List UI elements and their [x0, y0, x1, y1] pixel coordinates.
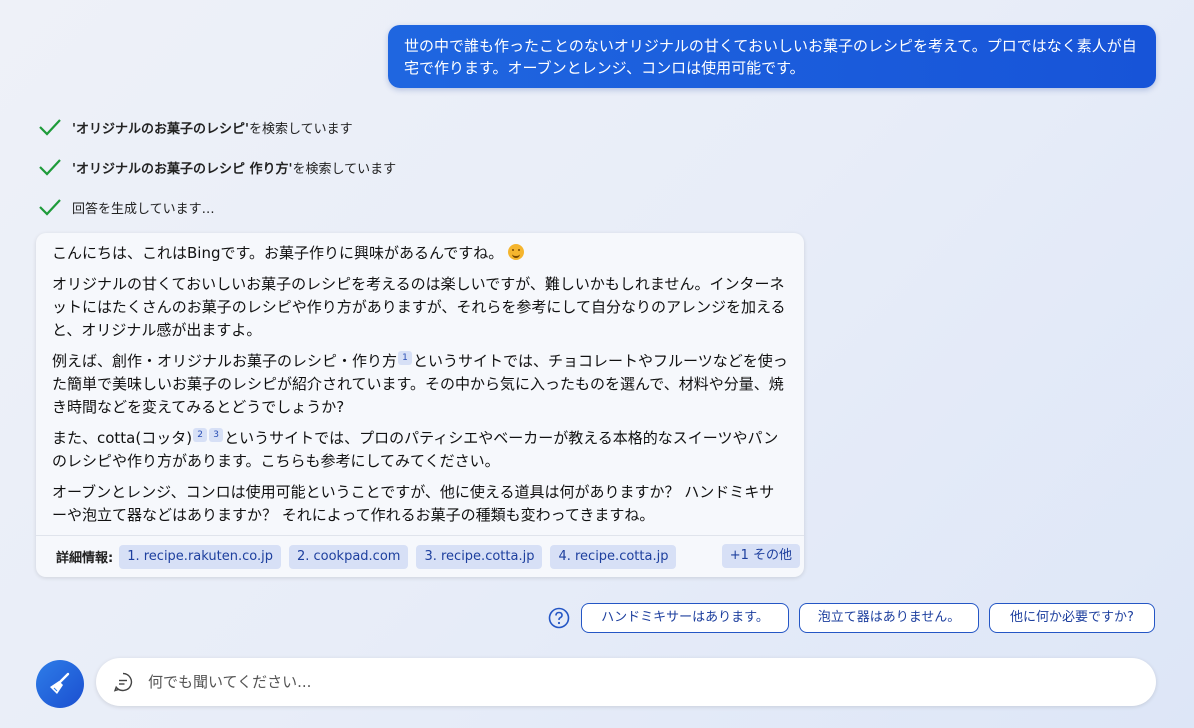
citation-3[interactable]: 3: [209, 428, 224, 442]
question-icon[interactable]: [548, 607, 570, 629]
check-icon: [39, 199, 61, 216]
status-search-2: 'オリジナルのお菓子のレシピ 作り方' を検索しています: [38, 156, 396, 178]
references-label: 詳細情報:: [56, 551, 114, 566]
status-generating: 回答を生成しています…: [38, 196, 215, 218]
citation-1[interactable]: 1: [398, 351, 413, 365]
smile-emoji-icon: [508, 244, 525, 260]
check-icon: [39, 159, 61, 176]
status-suffix: 回答を生成しています…: [72, 201, 215, 217]
bot-answer-card: こんにちは、これはBingです。お菓子作りに興味があるんですね。 オリジナルの甘…: [36, 233, 804, 577]
broom-icon: [50, 672, 70, 694]
answer-paragraph-4: また、cotta(コッタ) 2 3 というサイトでは、プロのパティシエやベーカーが教え…: [52, 427, 788, 473]
answer-text: こんにちは、これはBingです。お菓子作りに興味があるんですね。: [52, 244, 504, 262]
user-message-bubble: 世の中で誰も作ったことのないオリジナルの甘くておいしいお菓子のレシピを考えて。プ…: [388, 25, 1156, 88]
answer-paragraph-2: オリジナルの甘くておいしいお菓子のレシピを考えるのは楽しいですが、難しいかもしれ…: [52, 275, 786, 339]
suggestion-button-3[interactable]: 他に何か必要ですか?: [989, 603, 1155, 633]
answer-text: また、cotta(コッタ): [52, 429, 193, 447]
status-search-1: 'オリジナルのお菓子のレシピ' を検索しています: [38, 116, 353, 138]
check-icon: [39, 119, 61, 136]
reference-link-3[interactable]: 3. recipe.cotta.jp: [416, 544, 543, 569]
citation-2[interactable]: 2: [193, 428, 208, 442]
status-query: 'オリジナルのお菓子のレシピ': [72, 121, 249, 137]
status-suffix: を検索しています: [292, 161, 397, 177]
reference-link-4[interactable]: 4. recipe.cotta.jp: [550, 544, 677, 569]
chat-input[interactable]: [146, 672, 1050, 692]
status-query: 'オリジナルのお菓子のレシピ 作り方': [72, 161, 293, 177]
reference-link-1[interactable]: 1. recipe.rakuten.co.jp: [119, 544, 281, 569]
answer-paragraph-5: オーブンとレンジ、コンロは使用可能ということですが、他に使える道具は何があります…: [52, 483, 775, 524]
status-suffix: を検索しています: [248, 121, 353, 137]
suggestion-button-1[interactable]: ハンドミキサーはあります。: [581, 603, 789, 633]
answer-paragraph-3: 例えば、創作・オリジナルお菓子のレシピ・作り方 1 というサイトでは、チョコレートや…: [52, 350, 788, 419]
reference-link-2[interactable]: 2. cookpad.com: [288, 544, 409, 569]
chat-input-bar[interactable]: [96, 658, 1156, 706]
chat-bubble-icon: [113, 672, 133, 692]
suggestion-button-2[interactable]: 泡立て器はありません。: [799, 603, 979, 633]
more-references-button[interactable]: +1 その他: [721, 544, 800, 568]
references-row: 詳細情報: 1. recipe.rakuten.co.jp 2. cookpad…: [56, 544, 684, 569]
answer-paragraph-1: こんにちは、これはBingです。お菓子作りに興味があるんですね。: [52, 242, 788, 265]
new-topic-button[interactable]: [36, 660, 84, 708]
answer-body: こんにちは、これはBingです。お菓子作りに興味があるんですね。 オリジナルの甘…: [36, 233, 804, 527]
answer-text: 例えば、創作・オリジナルお菓子のレシピ・作り方: [52, 352, 398, 370]
user-message-text: 世の中で誰も作ったことのないオリジナルの甘くておいしいお菓子のレシピを考えて。プ…: [404, 37, 1137, 77]
divider: [36, 535, 804, 536]
